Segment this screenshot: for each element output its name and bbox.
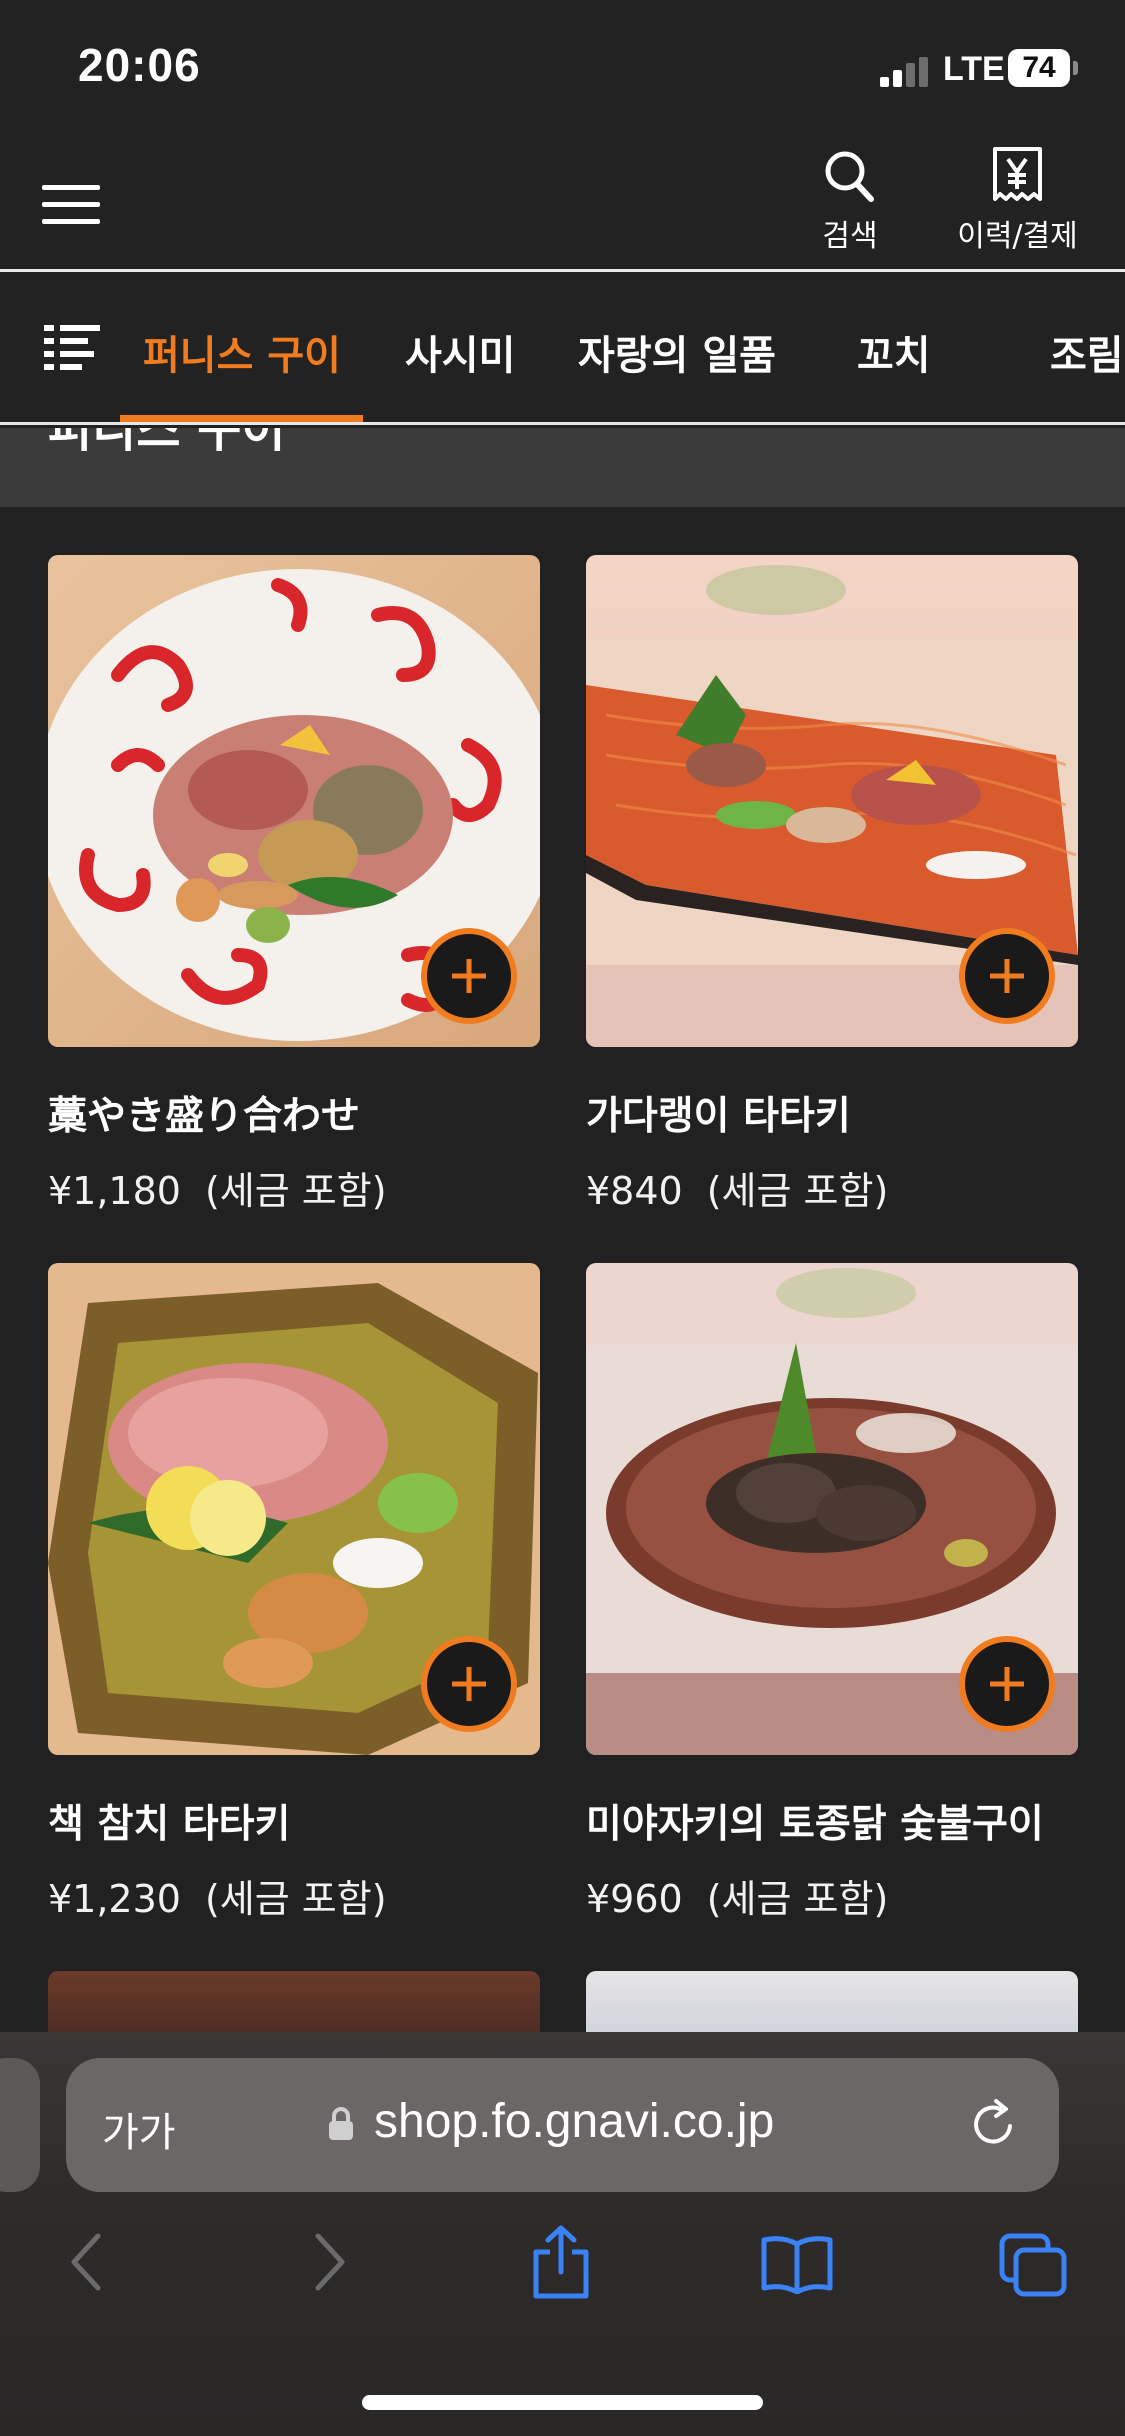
product-name: 책 참치 타타키 — [48, 1802, 291, 1847]
status-bar: 20:06 LTE 74 — [0, 0, 1125, 135]
section-header: 퍼니스 구이 — [0, 428, 1125, 507]
search-icon — [825, 151, 874, 202]
forward-icon[interactable] — [310, 2230, 350, 2294]
address-bar[interactable]: 가가 shop.fo.gnavi.co.jp — [66, 2058, 1059, 2192]
product-price: ¥960 (세금 포함) — [586, 1877, 889, 1921]
tab-simmered[interactable]: 조림 — [1050, 323, 1124, 381]
receipt-yen-icon — [993, 147, 1042, 201]
product-price: ¥1,180 (세금 포함) — [48, 1169, 387, 1213]
product-price: ¥1,230 (세금 포함) — [48, 1877, 387, 1921]
hamburger-menu-icon[interactable] — [42, 185, 100, 225]
add-to-cart-button[interactable] — [421, 1636, 517, 1732]
status-time: 20:06 — [78, 39, 201, 91]
reload-icon[interactable] — [966, 2096, 1022, 2152]
add-to-cart-button[interactable] — [959, 1636, 1055, 1732]
product-price: ¥840 (세금 포함) — [586, 1169, 889, 1213]
product-name: 미야자키의 토종닭 숯불구이 — [586, 1802, 1044, 1847]
search-button[interactable]: 검색 — [800, 145, 900, 255]
text-size-button[interactable]: 가가 — [102, 2100, 176, 2158]
tabs-icon[interactable] — [998, 2232, 1068, 2298]
network-type: LTE — [943, 50, 1005, 88]
share-icon[interactable] — [530, 2224, 592, 2300]
history-label: 이력/결제 — [957, 219, 1078, 254]
url-text: shop.fo.gnavi.co.jp — [374, 2095, 775, 2148]
tab-skewers[interactable]: 꼬치 — [857, 323, 931, 381]
add-to-cart-button[interactable] — [959, 928, 1055, 1024]
search-label: 검색 — [822, 219, 878, 254]
product-image-partial[interactable] — [48, 1971, 540, 2041]
tab-furnace-grill[interactable]: 퍼니스 구이 — [143, 323, 341, 381]
app-header: 검색 이력/결제 — [0, 135, 1125, 272]
previous-tab-preview[interactable] — [0, 2058, 40, 2192]
list-icon[interactable] — [44, 325, 100, 371]
back-icon[interactable] — [66, 2230, 106, 2294]
battery-icon: 74 — [1008, 49, 1078, 87]
history-payment-button[interactable]: 이력/결제 — [945, 145, 1090, 255]
home-indicator[interactable] — [362, 2395, 763, 2410]
product-name: 藁やき盛り合わせ — [48, 1094, 361, 1139]
product-name: 가다랭이 타타키 — [586, 1094, 851, 1139]
bookmarks-icon[interactable] — [760, 2234, 834, 2294]
add-to-cart-button[interactable] — [421, 928, 517, 1024]
section-title: 퍼니스 구이 — [48, 428, 286, 458]
category-tabs: 퍼니스 구이 사시미 자랑의 일품 꼬치 조림 — [0, 275, 1125, 425]
browser-toolbar: 가가 shop.fo.gnavi.co.jp — [0, 2032, 1125, 2436]
tab-sashimi[interactable]: 사시미 — [405, 323, 515, 381]
cellular-signal-icon — [880, 57, 930, 87]
lock-icon — [329, 2107, 353, 2140]
tab-signature-dishes[interactable]: 자랑의 일품 — [578, 323, 776, 381]
product-image-partial[interactable] — [586, 1971, 1078, 2041]
active-tab-indicator — [120, 415, 363, 422]
